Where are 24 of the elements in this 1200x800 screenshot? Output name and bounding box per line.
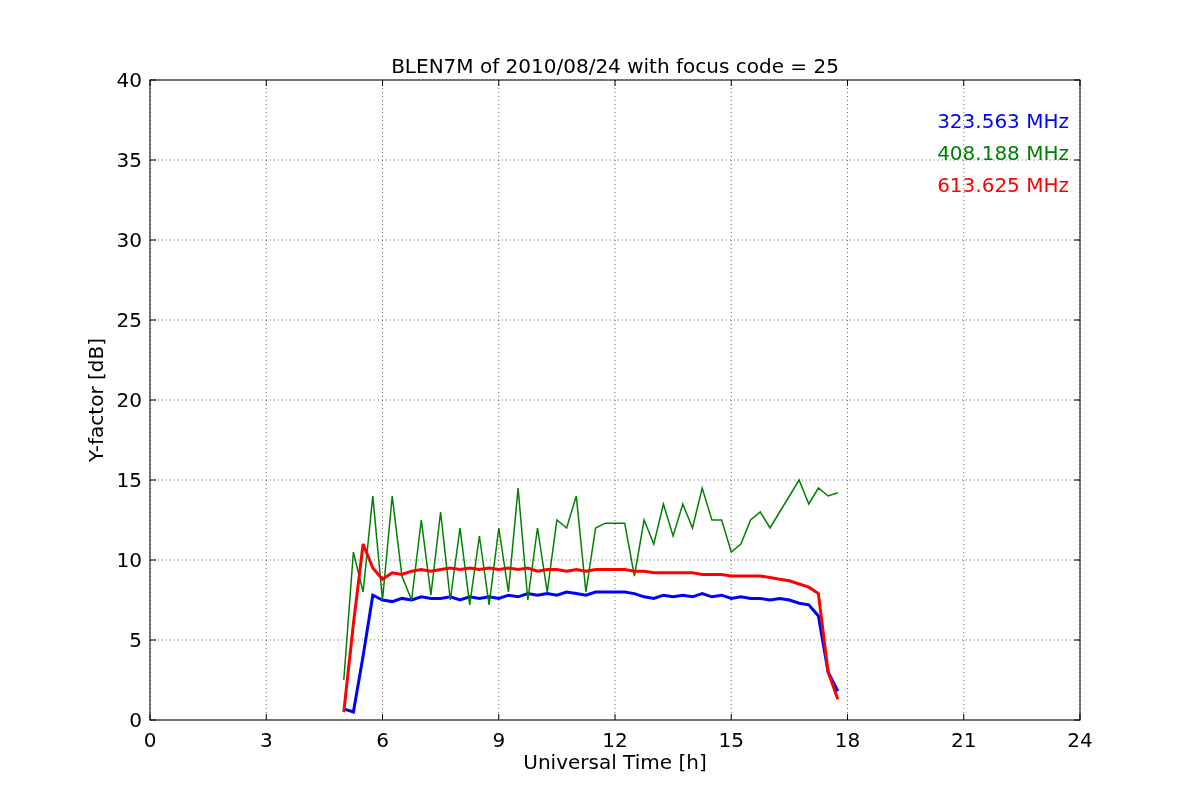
tick-label: 15 (718, 728, 744, 752)
tick-label: 10 (116, 548, 142, 572)
tick-label: 18 (834, 728, 861, 752)
tick-label: 15 (116, 468, 142, 492)
chart-title: BLEN7M of 2010/08/24 with focus code = 25 (391, 54, 839, 78)
tick-label: 20 (116, 388, 142, 412)
tick-label: 30 (116, 228, 142, 252)
legend-label: 613.625 MHz (937, 173, 1069, 197)
tick-label: 5 (129, 628, 142, 652)
tick-label: 0 (129, 708, 142, 732)
legend-label: 408.188 MHz (937, 141, 1069, 165)
legend-label: 323.563 MHz (937, 109, 1069, 133)
tick-label: 40 (116, 68, 142, 92)
tick-label: 35 (116, 148, 142, 172)
tick-label: 9 (492, 728, 506, 752)
tick-label: 24 (1067, 728, 1093, 752)
tick-label: 6 (376, 728, 389, 752)
tick-label: 0 (143, 728, 157, 752)
axis-label: Universal Time [h] (523, 750, 707, 774)
axis-label: Y-factor [dB] (84, 338, 108, 462)
tick-label: 25 (116, 308, 142, 332)
tick-label: 21 (951, 728, 977, 752)
tick-label: 12 (602, 728, 628, 752)
tick-label: 3 (259, 728, 273, 752)
